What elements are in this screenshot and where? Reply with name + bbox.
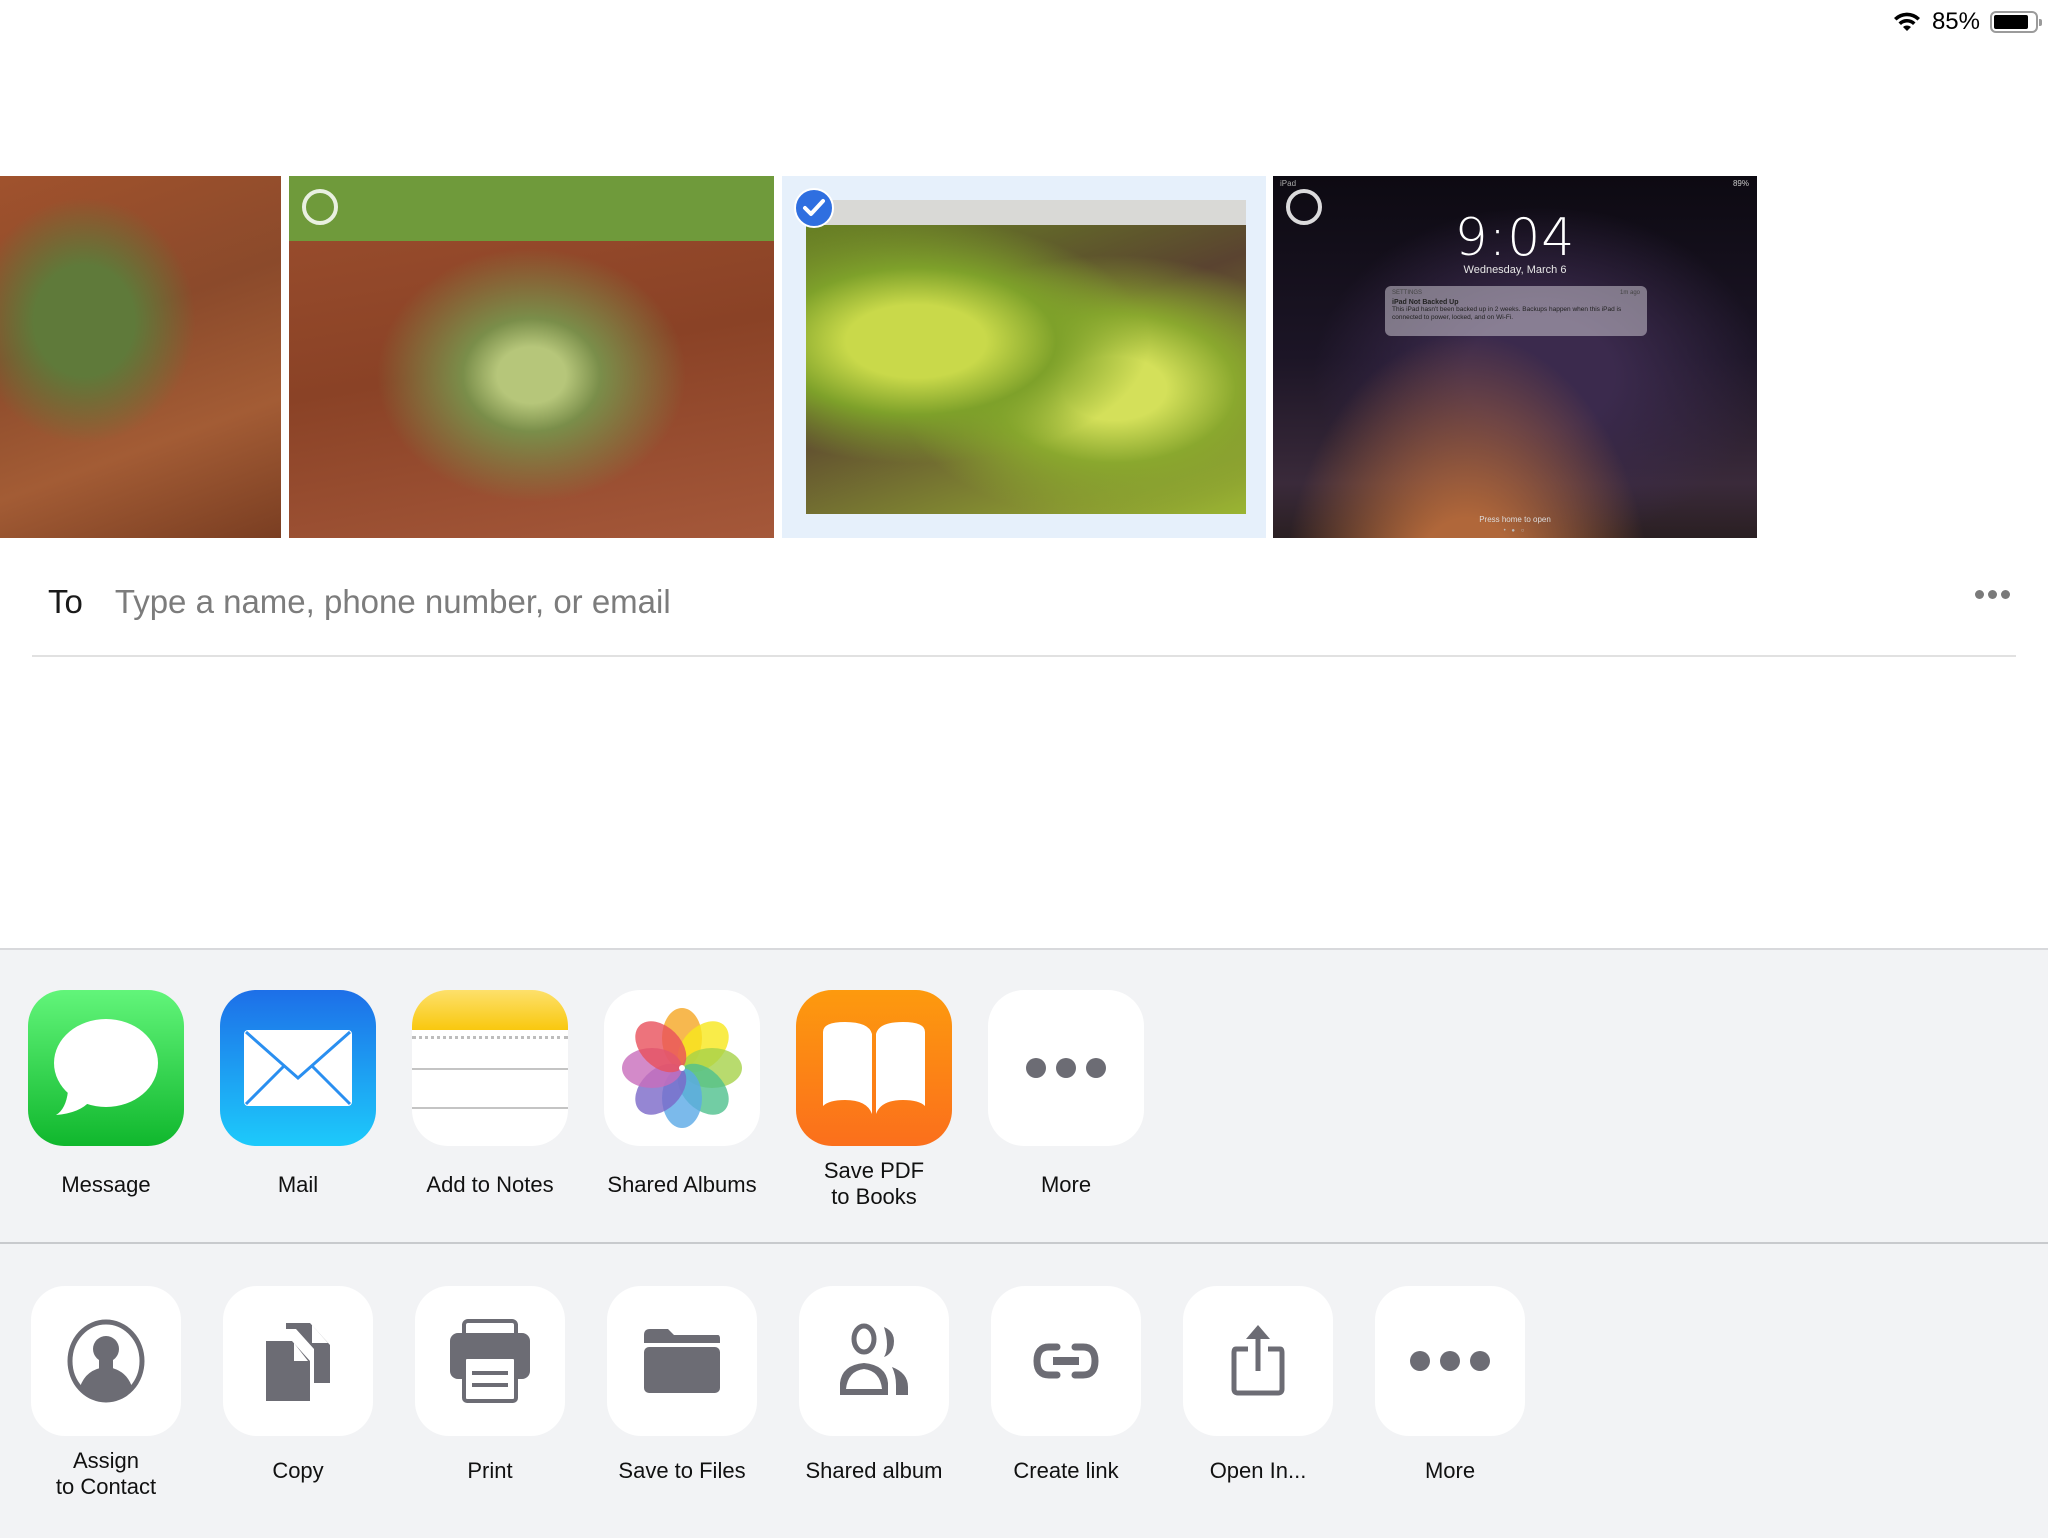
share-app-message[interactable]: Message [10, 990, 202, 1198]
wifi-icon [1893, 12, 1920, 31]
selection-circle-icon[interactable] [1286, 189, 1322, 225]
action-label: More [1424, 1458, 1476, 1483]
divider [0, 1242, 2048, 1244]
action-save-to-files[interactable]: Save to Files [586, 1286, 778, 1484]
share-apps-row[interactable]: Message Mail Add to Notes Shared Albums [0, 990, 2048, 1240]
lock-screen-status: 89% [1732, 179, 1749, 188]
action-print[interactable]: Print [394, 1286, 586, 1484]
ellipsis-icon [988, 990, 1144, 1146]
copy-icon [223, 1286, 373, 1436]
notes-app-icon [412, 990, 568, 1146]
recipient-input[interactable] [112, 582, 2016, 622]
selection-circle-icon[interactable] [302, 189, 338, 225]
share-app-more[interactable]: More [970, 990, 1162, 1198]
battery-icon [1990, 11, 2042, 33]
action-label: Shared album [805, 1458, 943, 1483]
checkmark-icon[interactable] [794, 188, 834, 228]
photos-app-icon [604, 990, 760, 1146]
action-label: Create link [1013, 1458, 1119, 1483]
share-app-mail[interactable]: Mail [202, 990, 394, 1198]
photo-thumbnail[interactable]: iPad 89% 9:04 Wednesday, March 6 SETTING… [1273, 176, 1757, 538]
to-label: To [48, 583, 83, 620]
ellipsis-icon [1375, 1286, 1525, 1436]
action-label: Copy [272, 1458, 324, 1483]
photo-image [806, 200, 1246, 514]
share-actions-row[interactable]: Assign to Contact Copy Print Save to Fil… [0, 1286, 2048, 1536]
notification-age: 1m ago [1619, 290, 1640, 296]
action-assign-to-contact[interactable]: Assign to Contact [10, 1286, 202, 1500]
share-app-books[interactable]: Save PDF to Books [778, 990, 970, 1210]
action-label: Assign to Contact [55, 1448, 157, 1499]
photo-thumbnail[interactable] [0, 176, 281, 538]
share-app-label: Add to Notes [426, 1172, 554, 1197]
share-sheet: Message Mail Add to Notes Shared Albums [0, 948, 2048, 1538]
photo-strip[interactable]: iPad 89% 9:04 Wednesday, March 6 SETTING… [0, 176, 2048, 538]
action-copy[interactable]: Copy [202, 1286, 394, 1484]
share-app-label: Mail [277, 1172, 319, 1197]
share-app-label: More [1040, 1172, 1092, 1197]
battery-level [1994, 15, 2028, 29]
photo-thumbnail-selected[interactable] [782, 176, 1266, 538]
action-label: Print [467, 1458, 513, 1483]
share-app-notes[interactable]: Add to Notes [394, 990, 586, 1198]
share-app-label: Save PDF to Books [823, 1158, 925, 1209]
page-dots: • ● ○ [1503, 528, 1527, 534]
mail-app-icon [220, 990, 376, 1146]
notification-app: SETTINGS [1392, 290, 1423, 296]
ellipsis-icon[interactable] [1975, 590, 2010, 599]
lock-screen-notification: SETTINGS 1m ago iPad Not Backed Up This … [1385, 286, 1647, 336]
action-label: Save to Files [618, 1458, 746, 1483]
action-shared-album[interactable]: Shared album [778, 1286, 970, 1484]
divider [32, 655, 2016, 657]
notification-body: This iPad hasn't been backed up in 2 wee… [1392, 306, 1622, 321]
share-app-shared-albums[interactable]: Shared Albums [586, 990, 778, 1198]
action-label: Open In... [1209, 1458, 1307, 1483]
lock-screen-date: Wednesday, March 6 [1463, 264, 1567, 276]
messages-app-icon [28, 990, 184, 1146]
link-icon [991, 1286, 1141, 1436]
action-open-in[interactable]: Open In... [1162, 1286, 1354, 1484]
contact-icon [31, 1286, 181, 1436]
action-more[interactable]: More [1354, 1286, 1546, 1484]
share-app-label: Message [61, 1172, 151, 1197]
folder-icon [607, 1286, 757, 1436]
share-icon [1183, 1286, 1333, 1436]
action-create-link[interactable]: Create link [970, 1286, 1162, 1484]
books-app-icon [796, 990, 952, 1146]
printer-icon [415, 1286, 565, 1436]
recipient-row: To [48, 572, 2016, 632]
shared-album-icon [799, 1286, 949, 1436]
lock-screen-device-label: iPad [1280, 179, 1297, 188]
lock-screen-hint: Press home to open [1479, 515, 1551, 524]
share-app-label: Shared Albums [607, 1172, 757, 1197]
battery-percent: 85% [1931, 8, 1980, 35]
status-bar: 85% [1892, 0, 2048, 44]
notification-title: iPad Not Backed Up [1392, 299, 1459, 306]
photo-thumbnail[interactable] [289, 176, 774, 538]
lock-screen-time: 9:04 [1454, 208, 1576, 268]
